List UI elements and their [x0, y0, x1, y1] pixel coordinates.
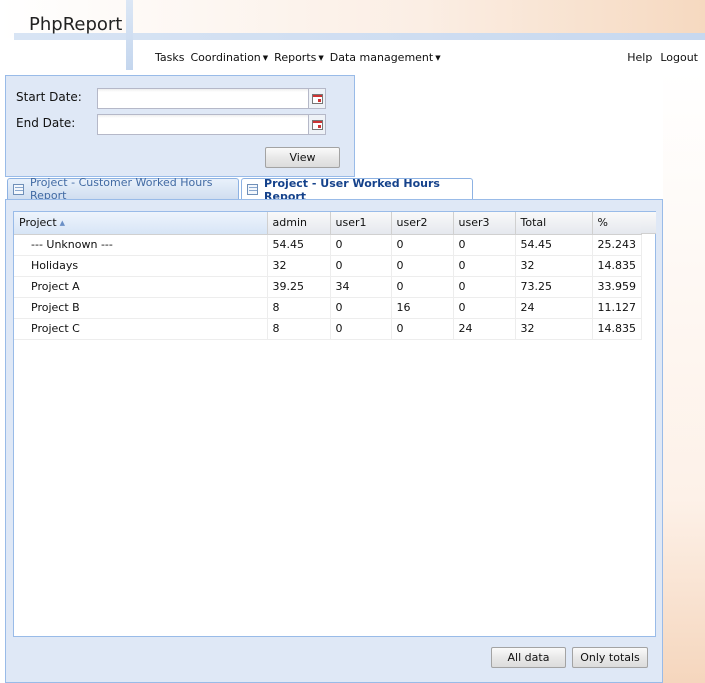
table-row[interactable]: Project C 8 0 0 24 32 14.835 — [14, 318, 642, 340]
table-cell: 0 — [391, 255, 454, 277]
calendar-icon — [311, 93, 323, 104]
table-cell: 0 — [391, 234, 454, 256]
table-row[interactable]: Project B 8 0 16 0 24 11.127 — [14, 297, 642, 319]
tab-customer-worked-hours[interactable]: Project - Customer Worked Hours Report — [7, 176, 239, 202]
help-link[interactable]: Help — [627, 51, 652, 64]
table-row[interactable]: --- Unknown --- 54.45 0 0 0 54.45 25.243 — [14, 234, 642, 256]
sort-ascending-icon: ▲ — [59, 219, 66, 228]
column-header-admin[interactable]: admin — [267, 212, 331, 235]
column-header-user1[interactable]: user1 — [330, 212, 392, 235]
table-cell: 24 — [515, 297, 593, 319]
table-cell: Project A — [14, 276, 268, 298]
table-cell: 8 — [267, 318, 331, 340]
start-date-label: Start Date: — [16, 90, 82, 104]
report-icon — [247, 184, 259, 195]
table-row[interactable]: Holidays 32 0 0 0 32 14.835 — [14, 255, 642, 277]
table-cell: 54.45 — [515, 234, 593, 256]
table-row[interactable]: Project A 39.25 34 0 0 73.25 33.959 — [14, 276, 642, 298]
end-date-label: End Date: — [16, 116, 76, 130]
report-grid: Project ▲ admin user1 user2 user3 Total %… — [13, 211, 656, 637]
table-header-row: Project ▲ admin user1 user2 user3 Total % — [14, 212, 642, 235]
end-date-input[interactable] — [97, 114, 309, 135]
table-cell: 73.25 — [515, 276, 593, 298]
table-cell: 0 — [391, 276, 454, 298]
user-menu: Help Logout — [627, 51, 698, 64]
column-header-label: user3 — [458, 216, 490, 230]
table-cell: 24 — [453, 318, 516, 340]
caret-down-icon: ▼ — [262, 54, 269, 62]
grid-header-spacer — [641, 212, 656, 234]
table-cell: 0 — [391, 318, 454, 340]
column-header-project[interactable]: Project ▲ — [14, 212, 268, 235]
table-cell: 34 — [330, 276, 392, 298]
menu-item-label: Data management — [329, 51, 434, 64]
column-header-user3[interactable]: user3 — [453, 212, 516, 235]
menu-item-coordination[interactable]: Coordination ▼ — [190, 51, 268, 64]
start-date-picker-button[interactable] — [309, 88, 326, 109]
report-panel: Project ▲ admin user1 user2 user3 Total %… — [5, 199, 663, 683]
table-cell: 32 — [515, 255, 593, 277]
view-button[interactable]: View — [265, 147, 340, 168]
table-cell: 39.25 — [267, 276, 331, 298]
menu-item-label: Coordination — [190, 51, 261, 64]
table-cell: 14.835 — [592, 318, 642, 340]
main-menu: Tasks Coordination ▼ Reports ▼ Data manage… — [155, 51, 441, 64]
column-header-total[interactable]: Total — [515, 212, 593, 235]
caret-down-icon: ▼ — [435, 54, 441, 62]
table-cell: Project C — [14, 318, 268, 340]
table-cell: 0 — [453, 276, 516, 298]
table-cell: 54.45 — [267, 234, 331, 256]
report-table: Project ▲ admin user1 user2 user3 Total %… — [14, 212, 642, 340]
table-cell: 0 — [330, 255, 392, 277]
table-cell: 33.959 — [592, 276, 642, 298]
app-title: PhpReport — [29, 14, 123, 35]
table-cell: 11.127 — [592, 297, 642, 319]
column-header-label: Project — [19, 216, 57, 230]
menu-item-tasks[interactable]: Tasks — [155, 51, 184, 64]
table-cell: 0 — [330, 234, 392, 256]
table-cell: 14.835 — [592, 255, 642, 277]
table-cell: 32 — [267, 255, 331, 277]
column-header-label: Total — [520, 216, 547, 230]
table-cell: 0 — [330, 297, 392, 319]
column-header-label: user2 — [396, 216, 428, 230]
logout-link[interactable]: Logout — [660, 51, 698, 64]
column-header-label: admin — [272, 216, 307, 230]
column-header-label: user1 — [335, 216, 367, 230]
menu-item-reports[interactable]: Reports ▼ — [274, 51, 324, 64]
header-decor-line — [126, 0, 133, 70]
table-cell: 25.243 — [592, 234, 642, 256]
table-cell: 0 — [330, 318, 392, 340]
side-decoration — [663, 70, 705, 683]
table-cell: 0 — [453, 234, 516, 256]
table-cell: 32 — [515, 318, 593, 340]
menu-item-label: Tasks — [155, 51, 185, 64]
table-cell: 0 — [453, 297, 516, 319]
column-header-percent[interactable]: % — [592, 212, 642, 235]
column-header-label: % — [597, 216, 608, 230]
filter-panel: Start Date: End Date: View — [5, 75, 355, 177]
end-date-picker-button[interactable] — [309, 114, 326, 135]
calendar-icon — [311, 119, 323, 130]
report-icon — [13, 183, 24, 195]
table-cell: Holidays — [14, 255, 268, 277]
menu-item-data-management[interactable]: Data management ▼ — [330, 51, 441, 64]
table-cell: --- Unknown --- — [14, 234, 268, 256]
table-cell: 8 — [267, 297, 331, 319]
table-cell: 0 — [453, 255, 516, 277]
caret-down-icon: ▼ — [318, 54, 324, 62]
tab-user-worked-hours[interactable]: Project - User Worked Hours Report — [241, 177, 473, 203]
column-header-user2[interactable]: user2 — [391, 212, 454, 235]
only-totals-button[interactable]: Only totals — [572, 647, 648, 668]
table-cell: 16 — [391, 297, 454, 319]
table-cell: Project B — [14, 297, 268, 319]
all-data-button[interactable]: All data — [491, 647, 566, 668]
menu-item-label: Reports — [274, 51, 317, 64]
start-date-input[interactable] — [97, 88, 309, 109]
